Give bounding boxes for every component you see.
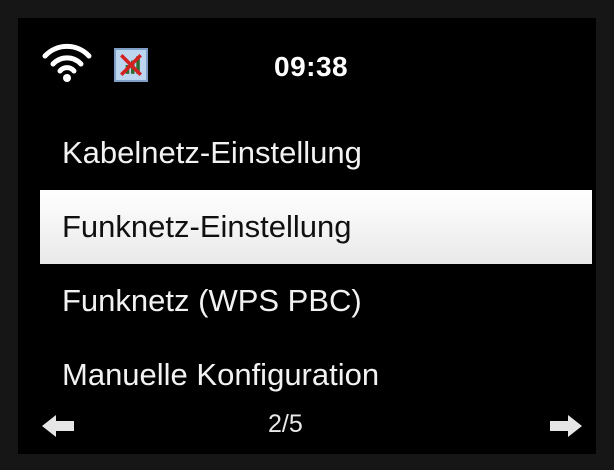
menu-item-manual-config[interactable]: Manuelle Konfiguration: [18, 338, 596, 412]
arrow-left-icon[interactable]: [40, 412, 76, 440]
page-indicator: 2/5: [268, 410, 303, 438]
menu-item-funknetz[interactable]: Funknetz-Einstellung: [40, 190, 592, 264]
status-bar: 09:38: [18, 18, 596, 118]
pager-bar: 2/5: [18, 406, 596, 446]
clock: 09:38: [274, 51, 349, 82]
network-menu: Kabelnetz-Einstellung Funknetz-Einstellu…: [18, 116, 596, 412]
display-screen: 09:38 Kabelnetz-Einstellung Funknetz-Ein…: [18, 18, 596, 454]
no-signal-icon: [114, 48, 148, 82]
menu-item-kabelnetz[interactable]: Kabelnetz-Einstellung: [18, 116, 596, 190]
arrow-right-icon[interactable]: [548, 412, 584, 440]
device-bezel: 09:38 Kabelnetz-Einstellung Funknetz-Ein…: [0, 0, 614, 470]
wifi-icon: [42, 43, 92, 82]
menu-item-wps-pbc[interactable]: Funknetz (WPS PBC): [18, 264, 596, 338]
